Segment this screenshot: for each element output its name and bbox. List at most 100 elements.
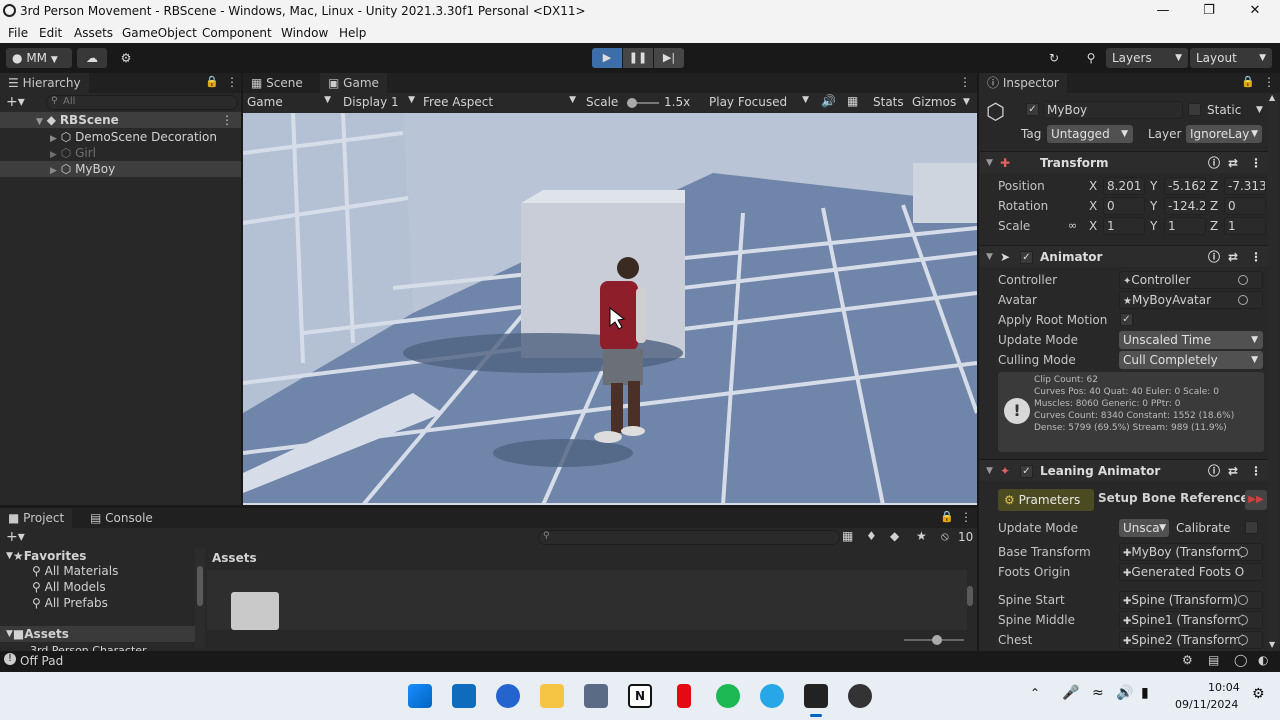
avatar-field[interactable]: ★MyBoyAvatar [1119,291,1263,309]
collab-settings-button[interactable]: ⚙ [113,48,139,68]
setup-bones-label[interactable]: Setup Bone References [1098,491,1256,505]
hidden-count-icon[interactable]: ⦸ [941,529,949,544]
wifi-icon[interactable]: ≈ [1092,685,1104,701]
help-icon[interactable]: ⓘ [1208,152,1220,174]
game-view[interactable] [243,113,977,505]
status-text[interactable]: Off Pad [20,654,63,668]
mute-audio-icon[interactable]: 🔊 [821,94,836,108]
animator-enabled-checkbox[interactable]: ✓ [1020,251,1033,264]
chest-field[interactable]: ✚Spine2 (Transform) [1119,631,1263,649]
layer-dropdown[interactable]: IgnoreLay ▼ [1186,125,1262,143]
play-button[interactable]: ▶ [592,48,622,68]
clock-time[interactable]: 10:04 [1208,681,1240,694]
lock-icon[interactable]: 🔒 [1241,75,1255,88]
chevron-up-icon[interactable]: ⌃ [1030,686,1040,700]
active-checkbox[interactable]: ✓ [1026,103,1039,116]
project-tree-scrollbar[interactable] [195,548,205,648]
tab-hierarchy[interactable]: ☰ Hierarchy [0,73,89,93]
cloud-button[interactable]: ☁ [77,48,107,68]
notification-icon[interactable]: ⚙ [1252,686,1265,702]
preset-icon[interactable]: ⇄ [1228,246,1238,268]
scroll-down-icon[interactable]: ▼ [1269,640,1275,649]
assets-grid-scrollbar[interactable] [966,570,974,625]
scale-slider[interactable] [627,98,659,108]
microphone-icon[interactable]: 🎤 [1062,685,1079,701]
hierarchy-row-girl[interactable]: ▶ ⬡ Girl [0,145,96,161]
game-mode-dropdown[interactable]: Game ▼ [247,95,331,109]
setup-bones-toggle-icon[interactable]: ▶▶ [1245,490,1267,510]
stats-button[interactable]: Stats [873,95,904,109]
more-menu-icon[interactable]: ⋮ [959,75,971,89]
clock-date[interactable]: 09/11/2024 [1175,698,1238,711]
hierarchy-search-input[interactable]: ⚲ All [46,95,238,110]
menu-help[interactable]: Help [339,26,366,40]
icon-size-slider[interactable] [904,635,964,645]
favorite-all-materials[interactable]: ⚲ All Materials [32,564,118,578]
apply-root-motion-checkbox[interactable]: ✓ [1120,313,1133,326]
object-picker-icon[interactable] [1238,295,1248,305]
scale-y-field[interactable]: 1 [1164,217,1206,235]
close-icon[interactable]: ✕ [1232,0,1278,23]
add-icon[interactable]: +▾ [6,94,25,110]
hierarchy-row-myboy[interactable]: ▶ ⬡ MyBoy [0,161,241,177]
parameters-button[interactable]: ⚙ Prameters [998,489,1094,511]
assets-breadcrumb[interactable]: Assets [212,551,257,565]
scrollbar-thumb[interactable] [197,566,203,606]
menu-gameobject[interactable]: GameObject [122,26,197,40]
todo-icon[interactable] [496,684,520,708]
more-menu-icon[interactable]: ⋮ [226,75,238,89]
lock-icon[interactable]: 🔒 [940,510,954,523]
windows-start-icon[interactable] [408,684,432,708]
netflix-icon[interactable] [677,684,691,708]
foots-origin-field[interactable]: ✚Generated Foots O [1119,563,1263,581]
menu-assets[interactable]: Assets [74,26,113,40]
battery-icon[interactable]: ▮ [1141,685,1149,701]
tag-dropdown[interactable]: Untagged ▼ [1047,125,1133,143]
calibrate-checkbox[interactable] [1245,521,1258,534]
help-icon[interactable]: ⓘ [1208,460,1220,482]
search-by-type-icon[interactable]: ▦ [842,529,853,543]
chevron-down-icon[interactable]: ▼ [963,97,970,107]
leaning-enabled-checkbox[interactable]: ✓ [1020,465,1033,478]
spine-start-field[interactable]: ✚Spine (Transform) [1119,591,1263,609]
more-menu-icon[interactable]: ⋮ [1250,152,1262,174]
help-icon[interactable]: ⓘ [1208,246,1220,268]
menu-window[interactable]: Window [281,26,328,40]
account-dropdown[interactable]: ● MM ▼ [6,48,72,68]
hierarchy-scene-row[interactable]: ▼ ◆ RBScene ⋮ [0,112,241,128]
constrain-proportions-icon[interactable]: ∞ [1068,219,1077,232]
history-button[interactable]: ↻ [1040,48,1068,68]
rotation-x-field[interactable]: 0 [1103,197,1145,215]
chevron-down-icon[interactable]: ▼ [1256,105,1263,115]
outlook-icon[interactable] [452,684,476,708]
leaning-update-mode-dropdown[interactable]: Unsca ▼ [1119,519,1169,537]
tab-scene[interactable]: ▦ Scene [243,73,311,93]
hierarchy-row-demoscene[interactable]: ▶ ⬡ DemoScene Decoration [0,129,217,145]
folder-icon[interactable] [231,592,279,630]
minimize-icon[interactable]: — [1140,0,1186,23]
object-picker-icon[interactable] [1238,615,1248,625]
rotation-z-field[interactable]: 0 [1224,197,1266,215]
assets-root-row[interactable]: ▼ ■ Assets [0,626,195,642]
stats-grid-icon[interactable]: ▦ [847,94,858,108]
scale-slider-thumb[interactable] [627,98,637,108]
scrollbar-thumb[interactable] [967,586,973,606]
animator-header[interactable]: ▼ ➤ ✓ Animator ⓘ ⇄ ⋮ [980,245,1270,267]
project-search-input[interactable]: ⚲ [538,530,840,545]
aspect-dropdown[interactable]: Free Aspect ▼ [423,95,576,109]
lock-icon[interactable]: 🔒 [205,75,219,88]
layers-dropdown[interactable]: Layers ▼ [1106,48,1188,68]
more-menu-icon[interactable]: ⋮ [1250,460,1262,482]
volume-icon[interactable]: 🔊 [1116,685,1133,701]
inspector-scrollbar[interactable]: ▲ ▼ [1268,93,1278,651]
maximize-icon[interactable]: ❐ [1186,0,1232,23]
progress-icon[interactable]: ◐ [1258,653,1268,667]
calculator-icon[interactable] [584,684,608,708]
object-name-field[interactable]: MyBoy [1043,101,1183,119]
layout-dropdown[interactable]: Layout ▼ [1190,48,1272,68]
preset-icon[interactable]: ⇄ [1228,460,1238,482]
step-button[interactable]: ▶| [654,48,684,68]
file-explorer-icon[interactable] [540,684,564,708]
obs-icon[interactable] [848,684,872,708]
scale-x-field[interactable]: 1 [1103,217,1145,235]
